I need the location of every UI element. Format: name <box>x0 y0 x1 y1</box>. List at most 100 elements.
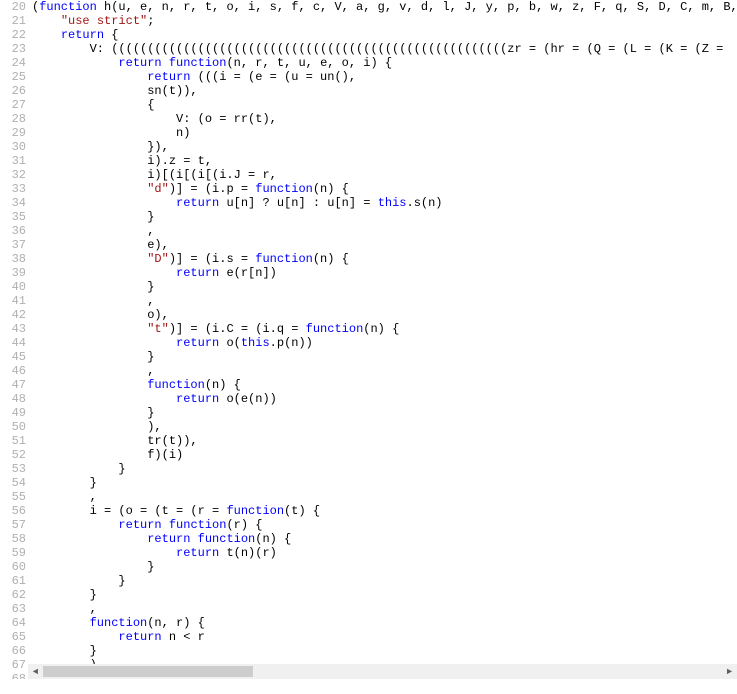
code-line[interactable]: 21 "use strict"; <box>0 14 737 28</box>
code-content[interactable]: } <box>30 462 126 476</box>
code-line[interactable]: 45 } <box>0 350 737 364</box>
code-line[interactable]: 39 return e(r[n]) <box>0 266 737 280</box>
code-content[interactable]: (function h(u, e, n, r, t, o, i, s, f, c… <box>30 0 737 14</box>
code-content[interactable]: { <box>30 98 154 112</box>
code-content[interactable]: return e(r[n]) <box>30 266 277 280</box>
code-content[interactable]: } <box>30 476 97 490</box>
code-line[interactable]: 29 n) <box>0 126 737 140</box>
code-line[interactable]: 33 "d")] = (i.p = function(n) { <box>0 182 737 196</box>
code-line[interactable]: 61 } <box>0 574 737 588</box>
code-content[interactable]: } <box>30 560 154 574</box>
code-content[interactable]: V: (((((((((((((((((((((((((((((((((((((… <box>30 42 723 56</box>
code-content[interactable]: tr(t)), <box>30 434 198 448</box>
code-content[interactable]: "use strict"; <box>30 14 154 28</box>
code-line[interactable]: 26 sn(t)), <box>0 84 737 98</box>
code-content[interactable]: }), <box>30 140 169 154</box>
code-line[interactable]: 32 i)[(i[(i[(i.J = r, <box>0 168 737 182</box>
code-content[interactable]: "d")] = (i.p = function(n) { <box>30 182 349 196</box>
code-content[interactable]: return o(this.p(n)) <box>30 336 313 350</box>
code-line[interactable]: 40 } <box>0 280 737 294</box>
code-line[interactable]: 35 } <box>0 210 737 224</box>
code-content[interactable]: "t")] = (i.C = (i.q = function(n) { <box>30 322 399 336</box>
code-content[interactable]: i)[(i[(i[(i.J = r, <box>30 168 277 182</box>
code-line[interactable]: 64 function(n, r) { <box>0 616 737 630</box>
code-line[interactable]: 50 ), <box>0 420 737 434</box>
code-content[interactable]: return n < r <box>30 630 205 644</box>
code-content[interactable]: , <box>30 490 97 504</box>
code-line[interactable]: 47 function(n) { <box>0 378 737 392</box>
scrollbar-track[interactable] <box>43 664 722 679</box>
code-content[interactable]: ), <box>30 420 162 434</box>
code-line[interactable]: 30 }), <box>0 140 737 154</box>
code-line[interactable]: 25 return (((i = (e = (u = un(), <box>0 70 737 84</box>
code-line[interactable]: 58 return function(n) { <box>0 532 737 546</box>
code-content[interactable]: "D")] = (i.s = function(n) { <box>30 252 349 266</box>
scroll-left-button[interactable]: ◄ <box>28 664 43 679</box>
code-content[interactable]: } <box>30 280 154 294</box>
code-content[interactable]: , <box>30 364 154 378</box>
code-line[interactable]: 36 , <box>0 224 737 238</box>
code-content[interactable]: return o(e(n)) <box>30 392 277 406</box>
code-content[interactable]: return function(n, r, t, u, e, o, i) { <box>30 56 392 70</box>
code-content[interactable]: } <box>30 574 126 588</box>
code-line[interactable]: 49 } <box>0 406 737 420</box>
code-line[interactable]: 63 , <box>0 602 737 616</box>
code-line[interactable]: 54 } <box>0 476 737 490</box>
code-line[interactable]: 24 return function(n, r, t, u, e, o, i) … <box>0 56 737 70</box>
code-line[interactable]: 31 i).z = t, <box>0 154 737 168</box>
code-content[interactable]: } <box>30 644 97 658</box>
code-line[interactable]: 51 tr(t)), <box>0 434 737 448</box>
horizontal-scrollbar[interactable]: ◄ ► <box>28 664 737 679</box>
code-content[interactable]: e), <box>30 238 169 252</box>
code-content[interactable]: } <box>30 350 154 364</box>
scroll-right-button[interactable]: ► <box>722 664 737 679</box>
code-content[interactable]: } <box>30 588 97 602</box>
code-line[interactable]: 62 } <box>0 588 737 602</box>
code-line[interactable]: 28 V: (o = rr(t), <box>0 112 737 126</box>
code-content[interactable]: V: (o = rr(t), <box>30 112 277 126</box>
code-area[interactable]: 20(function h(u, e, n, r, t, o, i, s, f,… <box>0 0 737 679</box>
code-content[interactable]: function(n, r) { <box>30 616 205 630</box>
code-line[interactable]: 52 f)(i) <box>0 448 737 462</box>
code-line[interactable]: 37 e), <box>0 238 737 252</box>
code-content[interactable]: return function(n) { <box>30 532 291 546</box>
code-content[interactable]: o), <box>30 308 169 322</box>
code-line[interactable]: 43 "t")] = (i.C = (i.q = function(n) { <box>0 322 737 336</box>
code-line[interactable]: 65 return n < r <box>0 630 737 644</box>
code-line[interactable]: 38 "D")] = (i.s = function(n) { <box>0 252 737 266</box>
code-content[interactable]: return (((i = (e = (u = un(), <box>30 70 356 84</box>
code-content[interactable]: sn(t)), <box>30 84 198 98</box>
code-line[interactable]: 66 } <box>0 644 737 658</box>
code-line[interactable]: 56 i = (o = (t = (r = function(t) { <box>0 504 737 518</box>
code-line[interactable]: 46 , <box>0 364 737 378</box>
code-line[interactable]: 34 return u[n] ? u[n] : u[n] = this.s(n) <box>0 196 737 210</box>
code-line[interactable]: 20(function h(u, e, n, r, t, o, i, s, f,… <box>0 0 737 14</box>
code-content[interactable]: } <box>30 406 154 420</box>
scrollbar-thumb[interactable] <box>43 666 253 677</box>
code-content[interactable]: f)(i) <box>30 448 183 462</box>
code-line[interactable]: 44 return o(this.p(n)) <box>0 336 737 350</box>
code-content[interactable]: i = (o = (t = (r = function(t) { <box>30 504 320 518</box>
code-content[interactable]: , <box>30 602 97 616</box>
code-content[interactable]: return { <box>30 28 118 42</box>
code-content[interactable]: , <box>30 294 154 308</box>
code-line[interactable]: 55 , <box>0 490 737 504</box>
code-content[interactable]: n) <box>30 126 190 140</box>
code-line[interactable]: 60 } <box>0 560 737 574</box>
code-content[interactable]: , <box>30 224 154 238</box>
code-line[interactable]: 57 return function(r) { <box>0 518 737 532</box>
code-line[interactable]: 59 return t(n)(r) <box>0 546 737 560</box>
code-line[interactable]: 42 o), <box>0 308 737 322</box>
code-line[interactable]: 48 return o(e(n)) <box>0 392 737 406</box>
code-content[interactable]: return u[n] ? u[n] : u[n] = this.s(n) <box>30 196 443 210</box>
code-line[interactable]: 23 V: ((((((((((((((((((((((((((((((((((… <box>0 42 737 56</box>
code-editor[interactable]: 20(function h(u, e, n, r, t, o, i, s, f,… <box>0 0 737 679</box>
code-line[interactable]: 41 , <box>0 294 737 308</box>
code-line[interactable]: 27 { <box>0 98 737 112</box>
code-content[interactable]: return function(r) { <box>30 518 262 532</box>
code-content[interactable]: } <box>30 210 154 224</box>
code-line[interactable]: 53 } <box>0 462 737 476</box>
code-line[interactable]: 22 return { <box>0 28 737 42</box>
code-content[interactable]: return t(n)(r) <box>30 546 277 560</box>
code-content[interactable]: i).z = t, <box>30 154 212 168</box>
